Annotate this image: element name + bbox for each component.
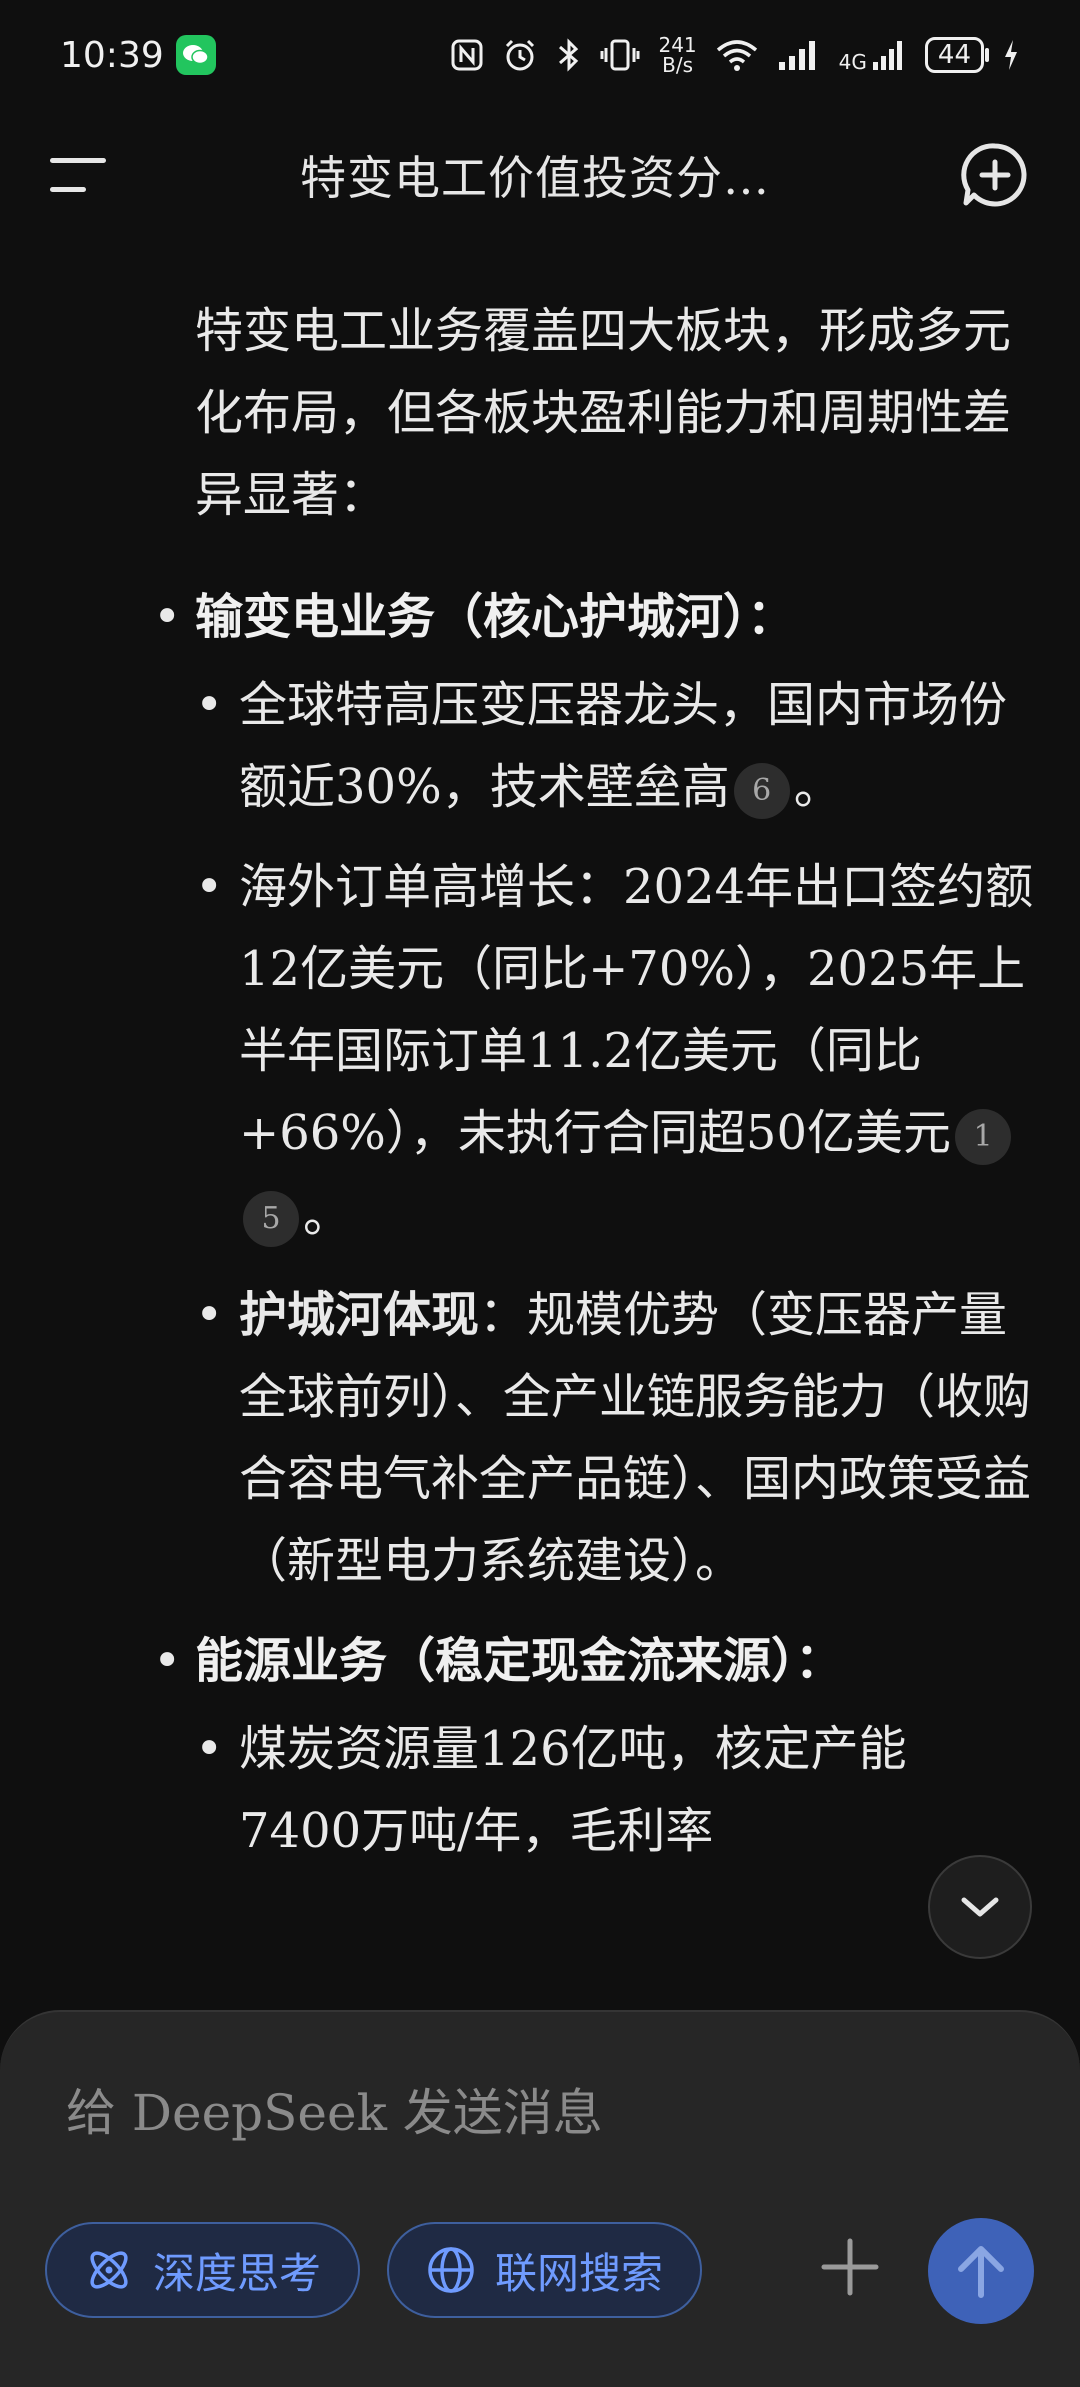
signal-icon (778, 41, 815, 70)
attach-button[interactable] (815, 2232, 885, 2302)
wifi-icon (716, 40, 757, 71)
bullet: • (195, 677, 224, 733)
deep-think-label: 深度思考 (153, 2248, 322, 2298)
bullet: • (195, 1287, 224, 1343)
globe-icon (428, 2247, 474, 2293)
message-intro: 特变电工业务覆盖四大板块，形成多元化布局，但各板块盈利能力和周期性差异显著： (195, 303, 1012, 523)
list-item: • 能源业务（稳定现金流来源）： • 煤炭资源量126亿吨，核定产能7400万吨… (153, 1620, 1035, 1872)
plus-icon (821, 2238, 879, 2296)
menu-icon[interactable] (50, 145, 110, 205)
wechat-notification-icon (175, 35, 216, 75)
status-right: 241 B/s 4G 44 (450, 35, 1020, 75)
sub-list: • 煤炭资源量126亿吨，核定产能7400万吨/年，毛利率 (195, 1708, 1035, 1872)
deep-think-toggle[interactable]: 深度思考 (45, 2222, 360, 2318)
list-item: • 输变电业务（核心护城河）： • 全球特高压变压器龙头，国内市场份额近30%，… (153, 576, 1035, 1602)
status-left: 10:39 (60, 35, 216, 76)
citation-badge[interactable]: 6 (733, 762, 790, 819)
list-item-text: 全球特高压变压器龙头，国内市场份额近30%，技术壁垒高 (239, 677, 1008, 815)
signal-4g: 4G (839, 38, 907, 72)
status-time: 10:39 (60, 34, 164, 76)
list-item: • 护城河体现：规模优势（变压器产量全球前列）、全产业链服务能力（收购合容电气补… (195, 1274, 1035, 1602)
bullet: • (195, 1721, 224, 1777)
chevron-down-icon (961, 1897, 999, 1917)
chat-header: 特变电工价值投资分… (0, 110, 1080, 240)
list-item-bold-prefix: 护城河体现 (239, 1287, 480, 1343)
list-item-text: 煤炭资源量126亿吨，核定产能7400万吨/年，毛利率 (239, 1721, 907, 1859)
send-button[interactable] (928, 2218, 1034, 2324)
status-bar: 10:39 241 B/s 4G 44 (0, 0, 1080, 110)
bullet: • (153, 1633, 182, 1689)
atom-icon (90, 2251, 128, 2289)
vibrate-icon (600, 39, 640, 71)
list-item: • 海外订单高增长：2024年出口签约额12亿美元（同比+70%），2025年上… (195, 846, 1035, 1256)
list-item: • 全球特高压变压器龙头，国内市场份额近30%，技术壁垒高 6。 (195, 664, 1035, 828)
bullet: • (153, 589, 182, 645)
citation-badge[interactable]: 5 (243, 1190, 299, 1247)
citation-badge[interactable]: 1 (955, 1108, 1011, 1165)
bullet: • (195, 859, 224, 915)
message-input[interactable] (64, 2072, 968, 2154)
scroll-to-bottom-button[interactable] (928, 1855, 1032, 1959)
list-item-end: 。 (303, 1187, 352, 1243)
new-chat-icon[interactable] (960, 140, 1030, 210)
composer-panel: 深度思考 联网搜索 (0, 2010, 1080, 2387)
alarm-icon (506, 39, 535, 71)
nfc-icon (451, 39, 483, 71)
section-list: • 输变电业务（核心护城河）： • 全球特高压变压器龙头，国内市场份额近30%，… (153, 576, 1035, 1872)
signal-4g-icon (872, 41, 902, 70)
page-title: 特变电工价值投资分… (300, 151, 770, 205)
assistant-message: 特变电工业务覆盖四大板块，形成多元化布局，但各板块盈利能力和周期性差异显著： •… (153, 290, 1035, 1890)
network-speed-unit: B/s (662, 53, 694, 77)
arrow-up-icon (958, 2246, 1004, 2298)
web-search-toggle[interactable]: 联网搜索 (387, 2222, 702, 2318)
battery-indicator: 44 (924, 37, 990, 73)
sub-list: • 全球特高压变压器龙头，国内市场份额近30%，技术壁垒高 6。 • 海外订单高增… (195, 664, 1035, 1602)
web-search-label: 联网搜索 (495, 2248, 664, 2298)
network-speed: 241 B/s (658, 35, 696, 75)
list-item: • 煤炭资源量126亿吨，核定产能7400万吨/年，毛利率 (195, 1708, 1035, 1872)
list-item-text: 海外订单高增长：2024年出口签约额12亿美元（同比+70%），2025年上半年… (239, 859, 1034, 1161)
bluetooth-icon (559, 38, 579, 72)
section-title: 能源业务（稳定现金流来源）： (195, 1633, 844, 1689)
network-type-label: 4G (838, 50, 867, 74)
list-item-end: 。 (793, 759, 842, 815)
network-speed-value: 241 (658, 33, 697, 57)
section-title: 输变电业务（核心护城河）： (195, 589, 796, 645)
charging-icon (1005, 40, 1017, 70)
